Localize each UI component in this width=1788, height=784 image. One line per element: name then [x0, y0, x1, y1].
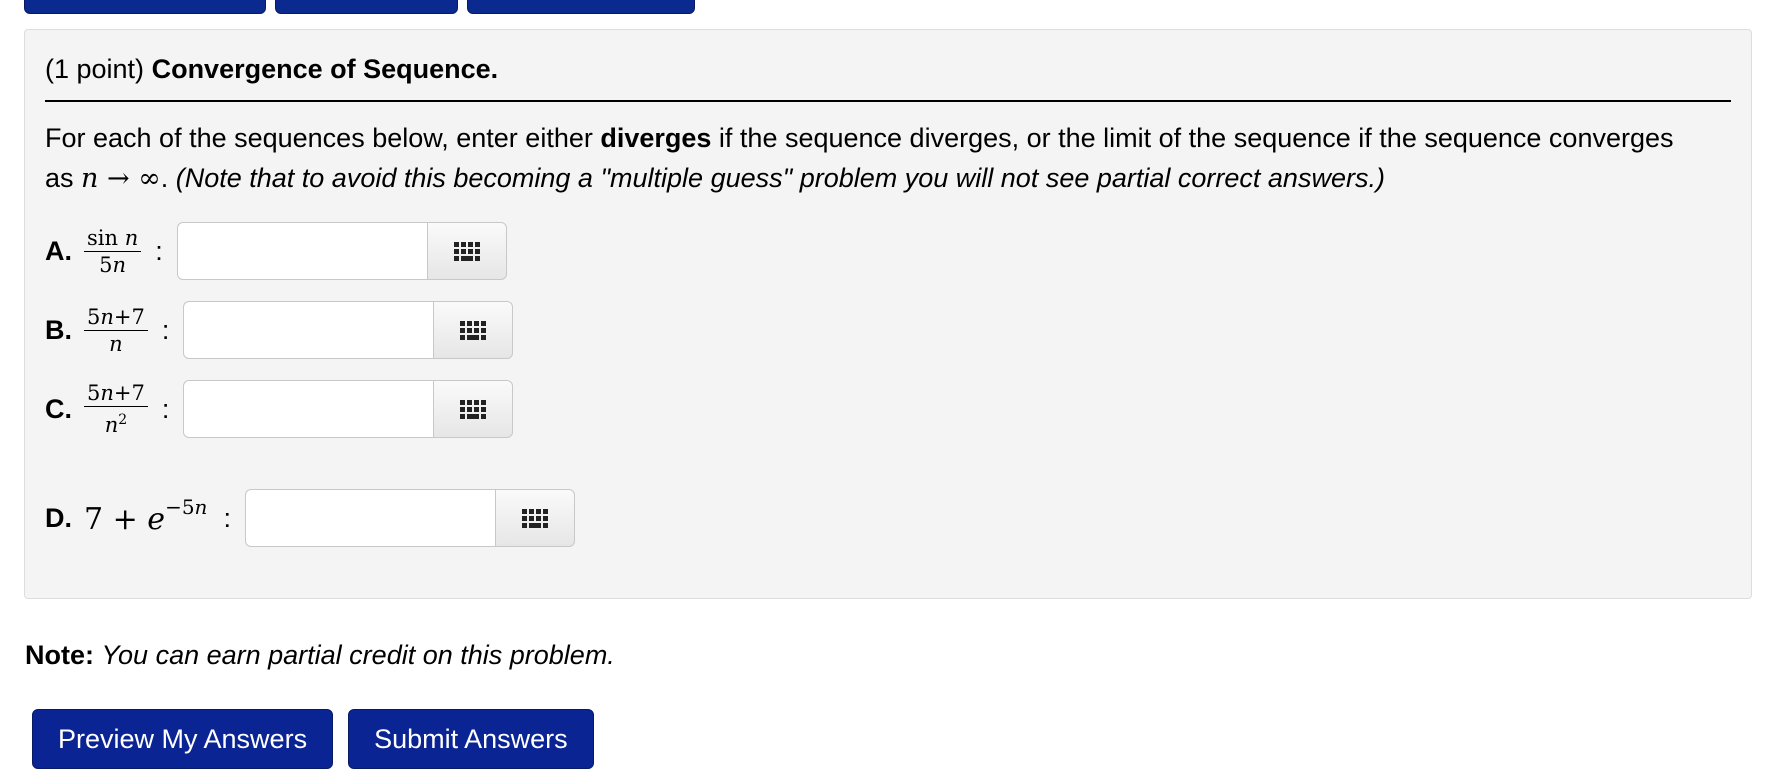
answer-input-a[interactable]	[176, 222, 427, 280]
instructions-note: (Note that to avoid this becoming a "mul…	[175, 163, 1385, 193]
colon: :	[161, 393, 170, 424]
answer-input-c[interactable]	[183, 380, 434, 438]
fraction: 5n+7 n	[84, 305, 148, 356]
equation-editor-button-d[interactable]	[494, 489, 575, 547]
top-button-2[interactable]	[275, 0, 458, 14]
equation-editor-button-c[interactable]	[433, 380, 514, 438]
submit-answers-button[interactable]: Submit Answers	[348, 709, 594, 769]
instructions-text-3: .	[160, 163, 176, 193]
keyboard-icon	[460, 320, 487, 340]
note-text: You can earn partial credit on this prob…	[101, 640, 615, 670]
partial-credit-note: Note: You can earn partial credit on thi…	[25, 640, 615, 671]
part-letter: D.	[45, 502, 72, 533]
top-button-row	[24, 0, 695, 14]
keyboard-icon	[453, 241, 480, 261]
part-d: D. 7 + e−5n :	[45, 489, 575, 547]
part-letter: B.	[45, 314, 72, 345]
part-c: C. 5n+7 n2 :	[45, 380, 514, 438]
math-variable: n	[81, 163, 99, 194]
problem-points: (1 point)	[45, 54, 145, 84]
fraction-numerator: 5n+7	[84, 305, 148, 331]
fraction-denominator: n2	[104, 412, 128, 437]
instructions-keyword: diverges	[600, 123, 712, 153]
problem-instructions: For each of the sequences below, enter e…	[45, 118, 1705, 199]
answer-group-b	[183, 301, 514, 359]
problem-panel: (1 point) Convergence of Sequence. For e…	[24, 29, 1752, 599]
part-b: B. 5n+7 n :	[45, 301, 514, 359]
note-label: Note:	[25, 640, 94, 670]
fraction: sin n 5n	[84, 226, 142, 277]
part-letter: C.	[45, 393, 72, 424]
part-letter: A.	[45, 235, 72, 266]
header-divider	[45, 100, 1731, 102]
expression: 7 + e−5n	[84, 495, 208, 537]
answer-group-d	[244, 489, 575, 547]
colon: :	[223, 502, 231, 533]
part-a: A. sin n 5n :	[45, 222, 507, 280]
top-button-3[interactable]	[467, 0, 695, 14]
problem-title: Convergence of Sequence.	[151, 54, 499, 84]
fraction-numerator: sin n	[84, 226, 142, 252]
colon: :	[161, 314, 170, 345]
answer-input-d[interactable]	[244, 489, 495, 547]
answer-group-a	[176, 222, 507, 280]
colon: :	[155, 235, 163, 266]
problem-header: (1 point) Convergence of Sequence.	[45, 52, 498, 86]
fraction-denominator: 5n	[99, 252, 127, 277]
answer-actions: Preview My Answers Submit Answers	[32, 709, 594, 769]
answer-input-b[interactable]	[183, 301, 434, 359]
instructions-math: n → ∞	[81, 163, 161, 194]
equation-editor-button-a[interactable]	[426, 222, 507, 280]
math-limit: → ∞	[98, 163, 161, 194]
keyboard-icon	[521, 508, 548, 528]
answer-group-c	[183, 380, 514, 438]
fraction-numerator: 5n+7	[84, 381, 148, 407]
preview-answers-button[interactable]: Preview My Answers	[32, 709, 334, 769]
fraction: 5n+7 n2	[84, 381, 148, 437]
fraction-denominator: n	[109, 331, 123, 356]
equation-editor-button-b[interactable]	[433, 301, 514, 359]
top-button-1[interactable]	[24, 0, 266, 14]
instructions-text-1: For each of the sequences below, enter e…	[45, 123, 601, 153]
keyboard-icon	[460, 399, 487, 419]
